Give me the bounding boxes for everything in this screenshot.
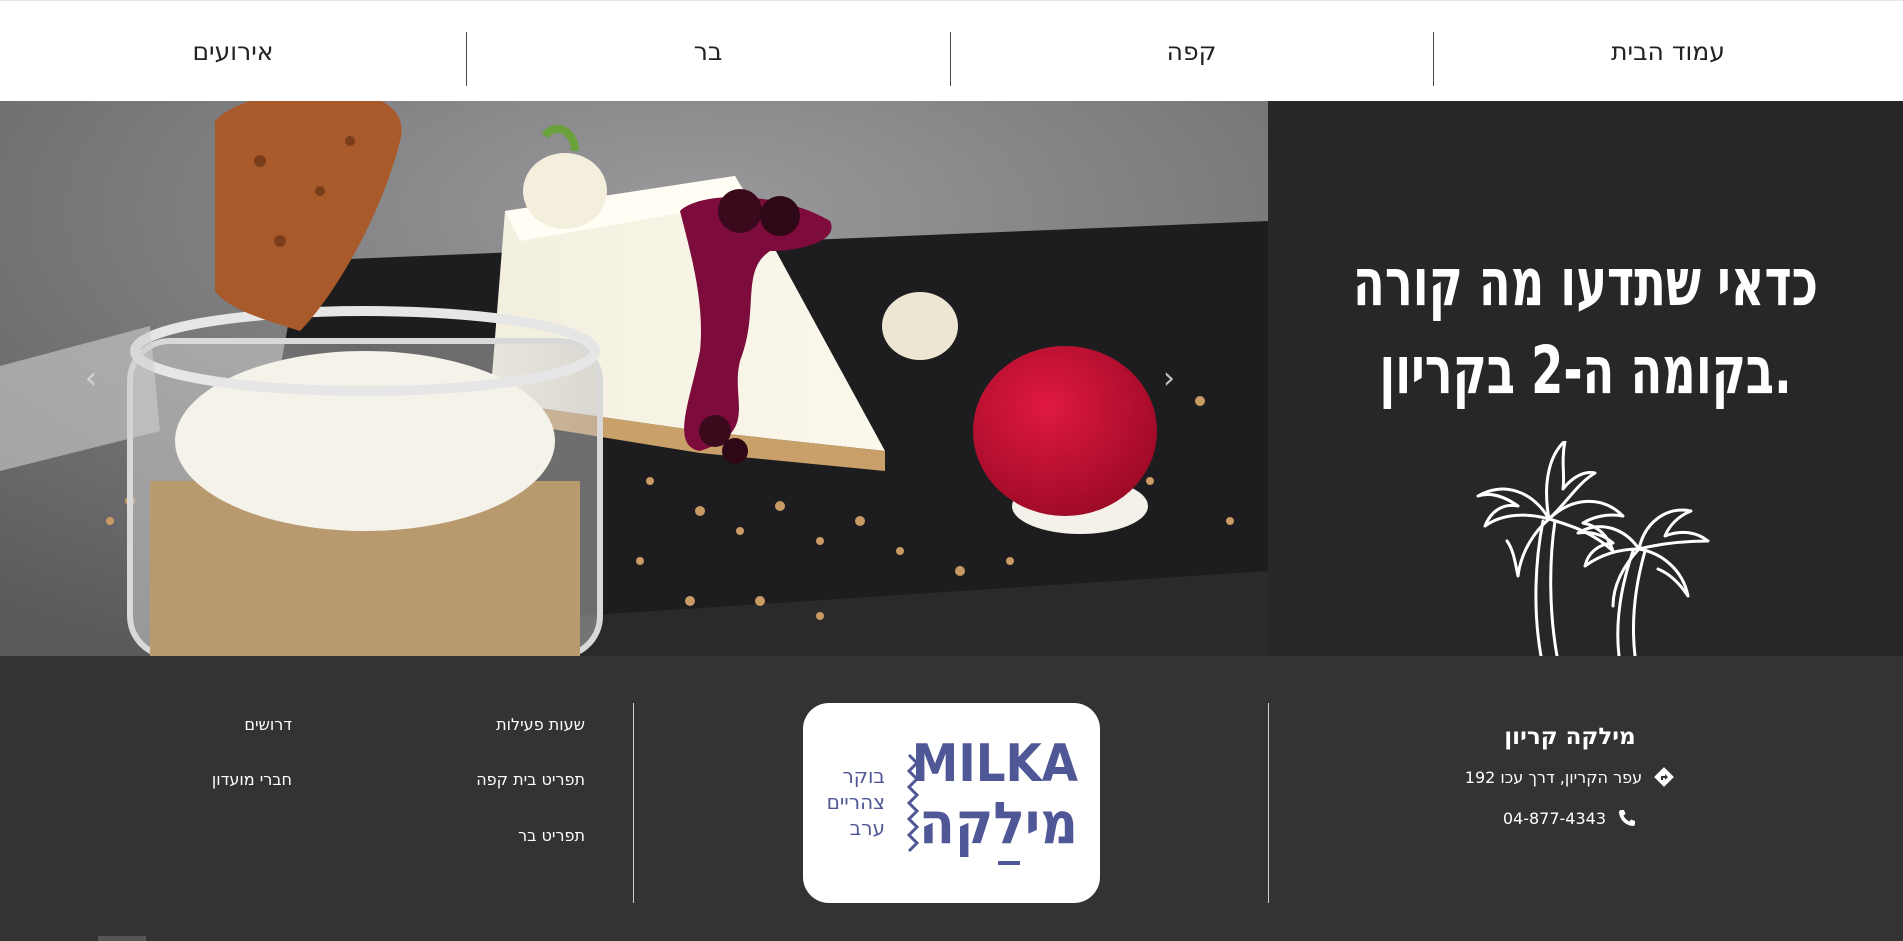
prev-slide-icon[interactable]: ‹ [85, 364, 105, 394]
nav-bar[interactable]: בר [466, 1, 950, 102]
accessibility-tab[interactable] [98, 936, 146, 941]
page: עמוד הבית קפה בר אירועים ‹ › כדאי שתדעו … [0, 0, 1903, 941]
address-text: עפר הקריון, דרך עכו 192 [1464, 768, 1643, 787]
main-nav: עמוד הבית קפה בר אירועים [0, 0, 1903, 101]
link-bar-menu[interactable]: תפריט בר [518, 826, 585, 845]
link-opening-hours[interactable]: שעות פעילות [496, 715, 585, 734]
site-footer: מילקה קריון עפר הקריון, דרך עכו 192 04-8… [0, 656, 1903, 941]
logo-tagline-2: צהריים [827, 790, 885, 814]
next-slide-icon[interactable]: › [1163, 364, 1183, 394]
nav-divider [466, 32, 467, 86]
nav-divider [1433, 32, 1434, 86]
phone-icon [1619, 810, 1636, 826]
link-jobs[interactable]: דרושים [244, 715, 292, 734]
footer-divider [633, 703, 634, 903]
milka-logo[interactable]: MILKA מילקה בוקר צהריים ערב [803, 703, 1100, 903]
link-cafe-menu[interactable]: תפריט בית קפה [476, 770, 585, 789]
nav-divider [950, 32, 951, 86]
logo-tagline-3: ערב [850, 816, 885, 840]
hero-headline-line1: כדאי שתדעו מה קורה [1353, 244, 1818, 321]
phone[interactable]: 04-877-4343 [1460, 808, 1680, 828]
palm-trees-icon [1476, 441, 1710, 656]
hero-headline: כדאי שתדעו מה קורה בקומה ה-2 בקריון. [1338, 239, 1833, 415]
nav-coffee[interactable]: קפה [950, 1, 1433, 102]
logo-hebrew: מילקה [919, 789, 1078, 857]
link-club-members[interactable]: חברי מועדון [212, 770, 292, 789]
milka-logo-mark: MILKA מילקה בוקר צהריים ערב [827, 734, 1078, 865]
logo-tagline-1: בוקר [843, 764, 886, 788]
hero-dessert-image: ‹ › [0, 101, 1268, 656]
directions-icon [1654, 767, 1675, 787]
hero-banner: ‹ › כדאי שתדעו מה קורה בקומה ה-2 בקריון. [0, 101, 1903, 656]
hero-headline-line2: בקומה ה-2 בקריון. [1379, 332, 1792, 409]
address[interactable]: עפר הקריון, דרך עכו 192 [1460, 766, 1680, 788]
logo-latin: MILKA [912, 734, 1078, 794]
nav-events[interactable]: אירועים [0, 1, 466, 102]
footer-divider [1268, 703, 1269, 903]
dessert-illustration [0, 101, 1268, 656]
hero-text-panel: כדאי שתדעו מה קורה בקומה ה-2 בקריון. [1268, 101, 1903, 656]
brand-name: מילקה קריון [1504, 724, 1636, 750]
nav-home[interactable]: עמוד הבית [1433, 1, 1903, 102]
phone-number: 04-877-4343 [1502, 809, 1607, 828]
